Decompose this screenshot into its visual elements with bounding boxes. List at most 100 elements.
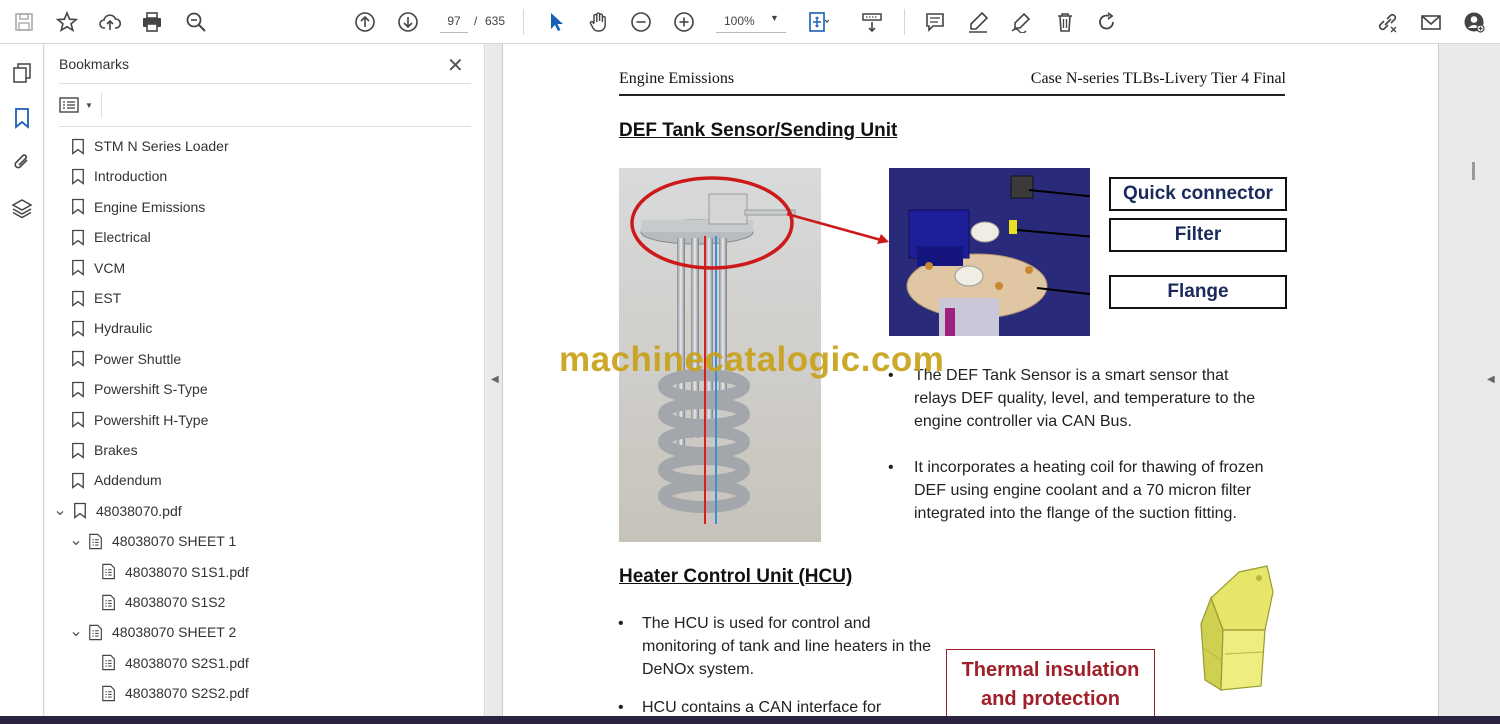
pages-thumbnail-icon[interactable] [9, 60, 35, 86]
heater-control-unit-image [1200, 565, 1274, 692]
link-edit-icon[interactable] [1374, 8, 1402, 36]
bookmark-label: 48038070.pdf [96, 502, 182, 519]
collapse-panel-right-icon[interactable]: ◀ [1487, 374, 1495, 385]
toolbar-divider [904, 9, 905, 35]
previous-page-icon[interactable] [351, 8, 379, 36]
collapse-panel-left-icon[interactable]: ◀ [491, 374, 499, 385]
sensor-flange-image [889, 168, 1090, 336]
highlight-pen-icon[interactable] [964, 8, 992, 36]
bookmark-options-button[interactable]: ▼ [59, 94, 95, 116]
bookmark-item[interactable]: EST [70, 286, 121, 310]
page-total: 635 [485, 14, 506, 28]
bookmark-icon [70, 411, 86, 429]
bullet-dot-icon: • [618, 699, 624, 716]
bookmark-label: Powershift H-Type [94, 411, 209, 428]
star-icon[interactable] [53, 8, 81, 36]
bookmark-icon [70, 167, 86, 185]
zoom-search-icon[interactable] [182, 8, 210, 36]
bookmark-item[interactable]: ⌄ 48038070 SHEET 2 [68, 620, 236, 644]
bullet-text: It incorporates a heating coil for thawi… [914, 459, 1264, 522]
bookmark-item[interactable]: Introduction [70, 164, 167, 188]
comment-icon[interactable] [921, 8, 949, 36]
select-cursor-icon[interactable] [542, 8, 570, 36]
redo-icon[interactable] [1093, 8, 1121, 36]
save-icon[interactable] [10, 8, 38, 36]
bookmark-icon [70, 289, 86, 307]
bookmark-label: VCM [94, 259, 126, 276]
bookmark-label: Power Shuttle [94, 350, 182, 367]
document-page-icon [101, 684, 117, 702]
bookmark-icon [70, 228, 86, 246]
bookmark-label: Addendum [94, 472, 162, 489]
bookmark-item[interactable]: Hydraulic [70, 316, 152, 340]
bookmarks-title: Bookmarks [59, 56, 130, 72]
chevron-down-icon[interactable]: ⌄ [68, 624, 84, 640]
bullet-text: The DEF Tank Sensor is a smart sensor th… [914, 367, 1256, 430]
section-title-def-tank: DEF Tank Sensor/Sending Unit [619, 120, 898, 141]
bookmark-icon [70, 137, 86, 155]
bullet-def-sensor-1: • The DEF Tank Sensor is a smart sensor … [888, 364, 1274, 433]
layers-icon[interactable] [9, 195, 35, 221]
bookmark-item[interactable]: STM N Series Loader [70, 134, 229, 158]
bookmark-item[interactable]: ⌄ 48038070.pdf [52, 499, 182, 523]
page-number-input[interactable] [440, 9, 468, 33]
bookmark-label: STM N Series Loader [94, 138, 229, 154]
bookmark-item[interactable]: 48038070 S2S1.pdf [101, 651, 249, 675]
bookmark-item[interactable]: ⌄ 48038070 SHEET 1 [68, 529, 236, 553]
bookmark-icon [70, 471, 86, 489]
bookmark-item[interactable]: 48038070 S1S1.pdf [101, 560, 249, 584]
next-page-icon[interactable] [394, 8, 422, 36]
sign-icon[interactable] [1007, 8, 1035, 36]
scrollbar-thumb[interactable] [1472, 162, 1475, 180]
scroll-mode-icon[interactable] [858, 8, 886, 36]
bookmark-item[interactable]: Powershift S-Type [70, 377, 208, 401]
navigation-rail [0, 44, 44, 724]
document-page-icon [101, 654, 117, 672]
trash-icon[interactable] [1051, 8, 1079, 36]
bookmark-label: Hydraulic [94, 320, 153, 337]
bookmark-icon [70, 380, 86, 398]
print-icon[interactable] [138, 8, 166, 36]
account-icon[interactable] [1460, 8, 1488, 36]
bookmark-item[interactable]: Power Shuttle [70, 347, 181, 371]
bullet-dot-icon: • [888, 459, 894, 476]
chevron-down-icon[interactable]: ⌄ [52, 502, 68, 518]
chevron-down-icon[interactable]: ⌄ [68, 533, 84, 549]
bookmark-label: 48038070 S2S2.pdf [125, 685, 249, 702]
bookmark-panel-icon[interactable] [9, 105, 35, 131]
header-rule [619, 94, 1285, 96]
bullet-text: The HCU is used for control and monitori… [642, 615, 932, 678]
bookmark-item[interactable]: Engine Emissions [70, 195, 205, 219]
chevron-down-icon: ▼ [85, 100, 93, 110]
zoom-out-icon[interactable] [627, 8, 655, 36]
taskbar-strip [0, 716, 1500, 724]
bookmark-item[interactable]: Electrical [70, 225, 151, 249]
chevron-down-icon[interactable]: ▼ [770, 13, 779, 23]
bookmark-label: 48038070 S1S2 [125, 594, 226, 610]
hand-tool-icon[interactable] [584, 8, 612, 36]
thermal-line-1: Thermal insulation [961, 659, 1140, 681]
bookmark-item[interactable]: 48038070 S1S2 [101, 590, 225, 614]
bullet-hcu-1: • The HCU is used for control and monito… [618, 612, 932, 681]
bookmark-item[interactable]: 48038070 S2S2.pdf [101, 681, 249, 705]
fit-page-icon[interactable] [804, 8, 832, 36]
cloud-upload-icon[interactable] [96, 8, 124, 36]
bullet-dot-icon: • [618, 615, 624, 632]
close-icon[interactable]: ✕ [447, 53, 464, 78]
bookmark-item[interactable]: Addendum [70, 468, 162, 492]
bullet-hcu-2: • HCU contains a CAN interface for [618, 696, 932, 716]
email-icon[interactable] [1417, 8, 1445, 36]
section-title-hcu: Heater Control Unit (HCU) [619, 566, 853, 587]
bookmark-item[interactable]: VCM [70, 256, 125, 280]
bookmark-label: Engine Emissions [94, 198, 206, 215]
bookmark-item[interactable]: Powershift H-Type [70, 408, 208, 432]
attachment-icon[interactable] [9, 149, 35, 175]
thermal-line-2: and protection [981, 688, 1120, 710]
callout-filter: Filter [1109, 218, 1287, 252]
divider [59, 126, 471, 127]
zoom-in-icon[interactable] [670, 8, 698, 36]
bookmark-label: Electrical [94, 229, 151, 246]
document-page-icon [101, 563, 117, 581]
bookmark-item[interactable]: Brakes [70, 438, 138, 462]
bookmark-icon [72, 502, 88, 520]
